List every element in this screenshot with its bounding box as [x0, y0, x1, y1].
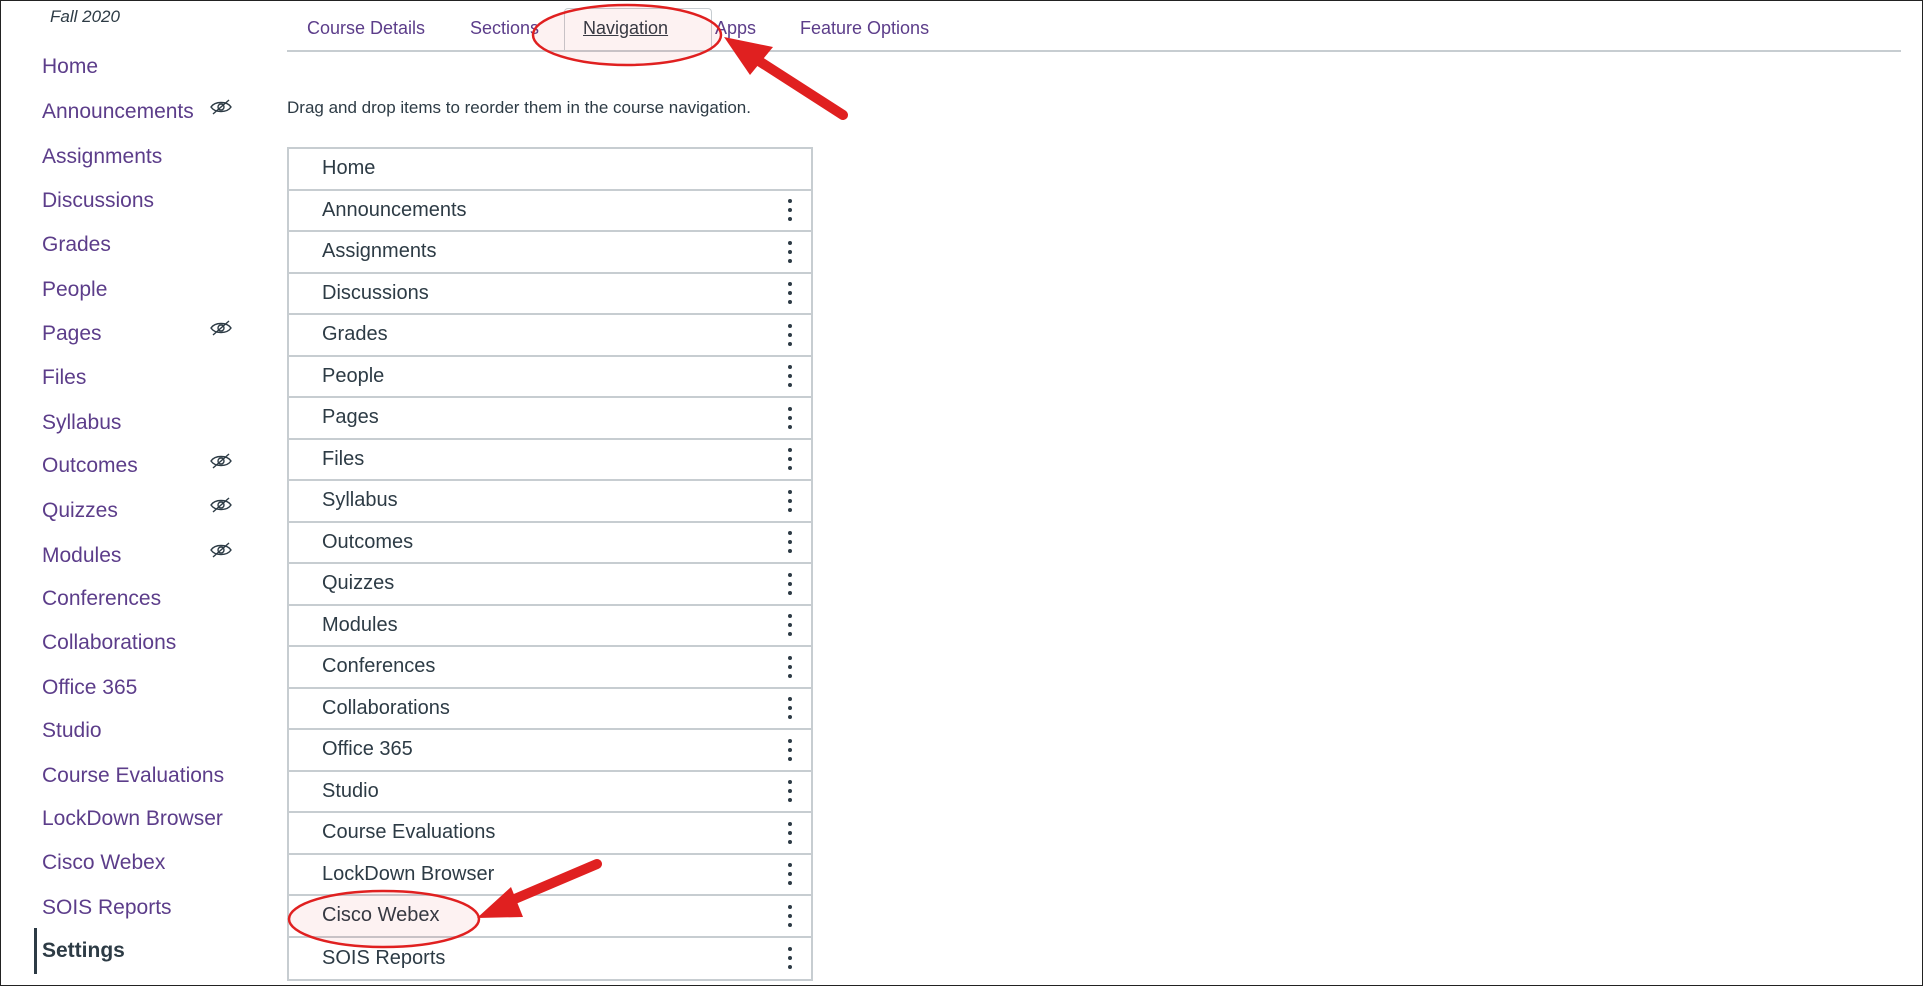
sidebar-item-files[interactable]: Files: [42, 366, 86, 390]
eye-slash-icon: [210, 320, 232, 336]
kebab-menu-icon[interactable]: [787, 738, 793, 761]
list-item-label: SOIS Reports: [322, 946, 446, 969]
list-item[interactable]: Discussions: [289, 274, 811, 315]
kebab-menu-icon[interactable]: [787, 821, 793, 844]
list-item[interactable]: People: [289, 357, 811, 398]
kebab-menu-icon[interactable]: [787, 406, 793, 429]
list-item-label: Files: [322, 447, 365, 470]
list-item[interactable]: Collaborations: [289, 689, 811, 730]
sidebar-item-cisco-webex[interactable]: Cisco Webex: [42, 851, 165, 875]
list-item-label: Conferences: [322, 655, 436, 678]
list-item-label: Collaborations: [322, 696, 450, 719]
sidebar-item-quizzes[interactable]: Quizzes: [42, 499, 118, 523]
sidebar-item-outcomes[interactable]: Outcomes: [42, 454, 138, 478]
list-item-label: People: [322, 364, 385, 387]
list-item[interactable]: Syllabus: [289, 481, 811, 523]
kebab-menu-icon[interactable]: [787, 282, 793, 305]
kebab-menu-icon[interactable]: [787, 697, 793, 720]
kebab-menu-icon[interactable]: [787, 323, 793, 346]
navigation-list: Home Announcements Assignments Discussio…: [287, 147, 813, 981]
sidebar-item-course-evaluations[interactable]: Course Evaluations: [42, 764, 224, 788]
sidebar-item-office-365[interactable]: Office 365: [42, 676, 137, 700]
tab-sections[interactable]: Sections: [470, 18, 539, 39]
list-item-label: Office 365: [322, 738, 413, 761]
sidebar-item-settings[interactable]: Settings: [42, 939, 125, 963]
list-item[interactable]: SOIS Reports: [289, 938, 811, 980]
list-item[interactable]: Assignments: [289, 232, 811, 274]
kebab-menu-icon[interactable]: [787, 240, 793, 263]
list-item-label: Syllabus: [322, 489, 398, 512]
kebab-menu-icon[interactable]: [787, 780, 793, 803]
list-item-label: Pages: [322, 406, 379, 429]
kebab-menu-icon[interactable]: [787, 904, 793, 927]
list-item-label: LockDown Browser: [322, 862, 495, 885]
sidebar-item-pages[interactable]: Pages: [42, 322, 102, 346]
eye-slash-icon: [210, 453, 232, 469]
sidebar-item-discussions[interactable]: Discussions: [42, 189, 154, 213]
list-item-label: Home: [322, 157, 376, 180]
kebab-menu-icon[interactable]: [787, 365, 793, 388]
instructions-text: Drag and drop items to reorder them in t…: [287, 98, 751, 117]
sidebar-item-lockdown-browser[interactable]: LockDown Browser: [42, 807, 223, 831]
list-item-label: Quizzes: [322, 572, 395, 595]
list-item-label: Modules: [322, 613, 398, 636]
kebab-menu-icon[interactable]: [787, 863, 793, 886]
list-item-label: Course Evaluations: [322, 821, 496, 844]
list-item[interactable]: Conferences: [289, 647, 811, 689]
list-item-label: Cisco Webex: [322, 904, 440, 927]
sidebar-item-assignments[interactable]: Assignments: [42, 145, 162, 169]
eye-slash-icon: [210, 542, 232, 558]
list-item-label: Outcomes: [322, 530, 414, 553]
sidebar-item-people[interactable]: People: [42, 278, 107, 302]
sidebar-item-modules[interactable]: Modules: [42, 544, 121, 568]
list-item-label: Discussions: [322, 281, 429, 304]
kebab-menu-icon[interactable]: [787, 655, 793, 678]
list-item[interactable]: Office 365: [289, 730, 811, 772]
list-item[interactable]: Modules: [289, 606, 811, 647]
kebab-menu-icon[interactable]: [787, 947, 793, 970]
eye-slash-icon: [210, 99, 232, 115]
sidebar-item-studio[interactable]: Studio: [42, 719, 102, 743]
sidebar-item-grades[interactable]: Grades: [42, 233, 111, 257]
list-item[interactable]: Files: [289, 440, 811, 481]
eye-slash-icon: [210, 497, 232, 513]
list-item[interactable]: Cisco Webex: [289, 896, 811, 938]
list-item[interactable]: Studio: [289, 772, 811, 813]
list-item[interactable]: Pages: [289, 398, 811, 440]
list-item[interactable]: Announcements: [289, 191, 811, 232]
active-indicator: [34, 928, 37, 974]
sidebar-item-conferences[interactable]: Conferences: [42, 587, 161, 611]
list-item[interactable]: Quizzes: [289, 564, 811, 606]
list-item-label: Assignments: [322, 240, 437, 263]
tab-apps[interactable]: Apps: [715, 18, 756, 39]
kebab-menu-icon[interactable]: [787, 448, 793, 471]
list-item[interactable]: LockDown Browser: [289, 855, 811, 896]
tab-navigation[interactable]: Navigation: [583, 18, 668, 39]
sidebar-item-home[interactable]: Home: [42, 55, 98, 79]
kebab-menu-icon[interactable]: [787, 572, 793, 595]
kebab-menu-icon[interactable]: [787, 199, 793, 222]
sidebar-item-announcements[interactable]: Announcements: [42, 100, 194, 124]
sidebar-item-syllabus[interactable]: Syllabus: [42, 411, 121, 435]
kebab-menu-icon[interactable]: [787, 531, 793, 554]
list-item-label: Announcements: [322, 198, 467, 221]
tab-course-details[interactable]: Course Details: [307, 18, 425, 39]
sidebar-item-collaborations[interactable]: Collaborations: [42, 631, 176, 655]
list-item[interactable]: Outcomes: [289, 523, 811, 564]
tab-feature-options[interactable]: Feature Options: [800, 18, 929, 39]
list-item[interactable]: Home: [289, 149, 811, 191]
list-item[interactable]: Grades: [289, 315, 811, 357]
list-item[interactable]: Course Evaluations: [289, 813, 811, 855]
list-item-label: Grades: [322, 323, 388, 346]
kebab-menu-icon[interactable]: [787, 489, 793, 512]
course-sidebar: Home Announcements Assignments Discussio…: [0, 0, 260, 988]
kebab-menu-icon[interactable]: [787, 614, 793, 637]
sidebar-item-sois-reports[interactable]: SOIS Reports: [42, 896, 172, 920]
list-item-label: Studio: [322, 779, 379, 802]
